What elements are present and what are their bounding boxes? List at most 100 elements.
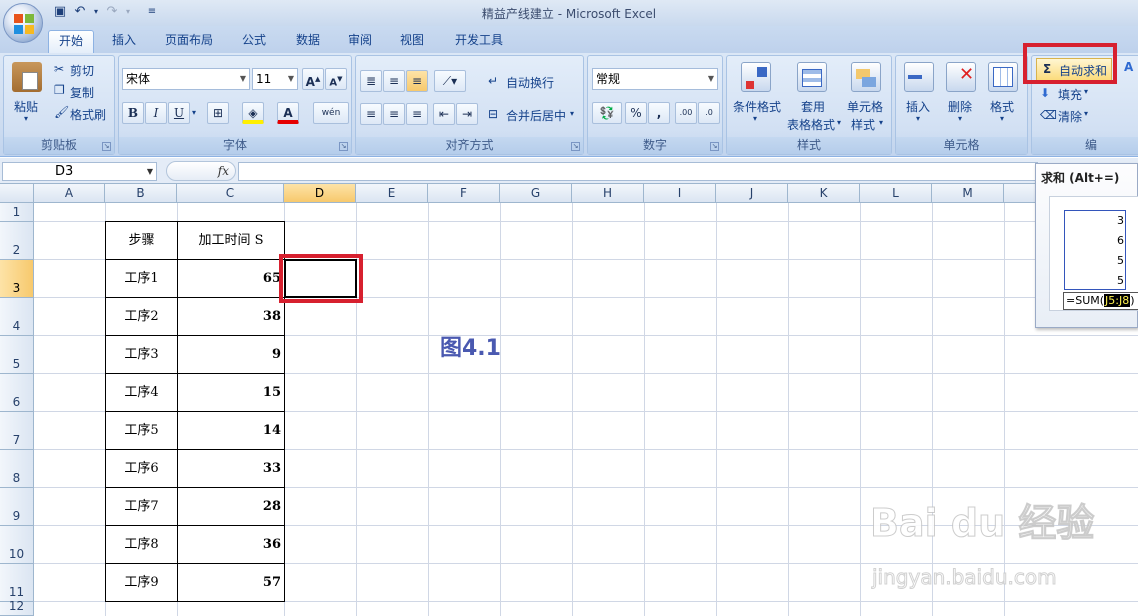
underline-button[interactable]: U — [168, 102, 190, 124]
office-button[interactable] — [3, 3, 43, 43]
underline-dropdown-icon[interactable]: ▾ — [192, 108, 196, 117]
comma-style-button[interactable]: , — [648, 102, 670, 124]
table-row[interactable]: 36 — [177, 525, 285, 564]
delete-cells-button[interactable]: 删除 — [948, 98, 972, 115]
select-all-corner[interactable] — [0, 184, 34, 203]
percent-style-button[interactable]: % — [625, 102, 647, 124]
insert-cells-icon[interactable] — [904, 62, 934, 92]
increase-indent-icon[interactable]: ⇥ — [456, 103, 478, 125]
column-header-a[interactable]: A — [34, 184, 105, 203]
table-row[interactable]: 65 — [177, 259, 285, 298]
table-row[interactable]: 33 — [177, 449, 285, 488]
formula-input[interactable] — [238, 162, 1038, 181]
column-header-i[interactable]: I — [644, 184, 716, 203]
table-row[interactable]: 工序5 — [105, 411, 178, 450]
table-row[interactable]: 工序6 — [105, 449, 178, 488]
font-color-icon[interactable]: A — [277, 102, 299, 124]
tab-insert[interactable]: 插入 — [104, 30, 144, 53]
clear-button[interactable]: 清除 — [1058, 108, 1082, 125]
borders-icon[interactable]: ⊞ — [207, 102, 229, 124]
row-header-9[interactable]: 9 — [0, 488, 34, 526]
column-header-b[interactable]: B — [105, 184, 177, 203]
number-dialog-launcher-icon[interactable]: ↘ — [710, 142, 719, 151]
insert-function-button[interactable]: fx — [166, 161, 236, 181]
cell-styles-dropdown-icon[interactable]: ▾ — [879, 118, 883, 127]
shrink-font-icon[interactable]: A▼ — [325, 68, 347, 90]
fill-icon[interactable]: ⬇ — [1040, 86, 1050, 100]
font-size-select[interactable]: 11 ▼ — [252, 68, 298, 90]
table-row[interactable]: 工序4 — [105, 373, 178, 412]
tab-developer[interactable]: 开发工具 — [446, 30, 512, 53]
conditional-dropdown-icon[interactable]: ▾ — [753, 114, 757, 123]
table-row[interactable]: 9 — [177, 335, 285, 374]
row-header-6[interactable]: 6 — [0, 374, 34, 412]
column-header-k[interactable]: K — [788, 184, 860, 203]
fill-button[interactable]: 填充 — [1058, 86, 1082, 103]
alignment-dialog-launcher-icon[interactable]: ↘ — [571, 142, 580, 151]
column-header-c[interactable]: C — [177, 184, 284, 203]
table-header-step[interactable]: 步骤 — [105, 221, 178, 260]
cell-styles-icon[interactable] — [851, 62, 881, 92]
table-row[interactable]: 28 — [177, 487, 285, 526]
format-cells-button[interactable]: 格式 — [990, 98, 1014, 115]
table-header-time[interactable]: 加工时间 S — [177, 221, 285, 260]
table-row[interactable]: 38 — [177, 297, 285, 336]
column-header-f[interactable]: F — [428, 184, 500, 203]
clipboard-dialog-launcher-icon[interactable]: ↘ — [102, 142, 111, 151]
fill-color-icon[interactable]: ◈ — [242, 102, 264, 124]
align-right-icon[interactable]: ≡ — [406, 103, 428, 125]
tab-home[interactable]: 开始 — [48, 30, 94, 53]
delete-cells-icon[interactable]: ✕ — [946, 62, 976, 92]
paste-dropdown-icon[interactable]: ▾ — [24, 114, 28, 123]
delete-dropdown-icon[interactable]: ▾ — [958, 114, 962, 123]
format-dropdown-icon[interactable]: ▾ — [1000, 114, 1004, 123]
merge-dropdown-icon[interactable]: ▾ — [570, 109, 574, 118]
row-header-7[interactable]: 7 — [0, 412, 34, 450]
row-header-2[interactable]: 2 — [0, 222, 34, 260]
cell-styles-line1[interactable]: 单元格 — [847, 98, 883, 115]
table-row[interactable]: 57 — [177, 563, 285, 602]
format-painter-icon[interactable]: 🖌 — [54, 105, 69, 119]
row-header-10[interactable]: 10 — [0, 526, 34, 564]
merge-center-icon[interactable]: ⊟ — [488, 107, 498, 121]
bold-button[interactable]: B — [122, 102, 144, 124]
cut-icon[interactable]: ✂ — [54, 62, 64, 76]
cell-styles-line2[interactable]: 样式 — [851, 116, 875, 133]
tab-data[interactable]: 数据 — [288, 30, 328, 53]
tab-view[interactable]: 视图 — [392, 30, 432, 53]
align-middle-icon[interactable]: ≡ — [383, 70, 405, 92]
grow-font-icon[interactable]: A▲ — [302, 68, 324, 90]
row-header-1[interactable]: 1 — [0, 203, 34, 222]
format-as-table-line1[interactable]: 套用 — [801, 98, 825, 115]
tab-page-layout[interactable]: 页面布局 — [156, 30, 222, 53]
table-row[interactable]: 工序7 — [105, 487, 178, 526]
conditional-format-button[interactable]: 条件格式 — [733, 98, 781, 115]
table-row[interactable]: 工序9 — [105, 563, 178, 602]
insert-cells-button[interactable]: 插入 — [906, 98, 930, 115]
row-header-8[interactable]: 8 — [0, 450, 34, 488]
italic-button[interactable]: I — [145, 102, 167, 124]
table-row[interactable]: 工序3 — [105, 335, 178, 374]
eraser-icon[interactable]: ⌫ — [1040, 108, 1057, 122]
font-dialog-launcher-icon[interactable]: ↘ — [339, 142, 348, 151]
sort-filter-icon[interactable]: A — [1124, 60, 1133, 74]
row-header-5[interactable]: 5 — [0, 336, 34, 374]
format-painter-button[interactable]: 格式刷 — [70, 106, 106, 123]
format-cells-icon[interactable] — [988, 62, 1018, 92]
paste-icon[interactable] — [12, 62, 42, 92]
format-as-table-line2[interactable]: 表格格式 — [787, 116, 835, 133]
table-row[interactable]: 15 — [177, 373, 285, 412]
column-header-j[interactable]: J — [716, 184, 788, 203]
worksheet[interactable]: A B C D E F G H I J K L M 1 2 3 4 5 6 7 … — [0, 184, 1138, 616]
copy-icon[interactable]: ❐ — [54, 83, 65, 97]
row-header-11[interactable]: 11 — [0, 564, 34, 602]
row-header-3[interactable]: 3 — [0, 260, 34, 298]
align-bottom-icon[interactable]: ≡ — [406, 70, 428, 92]
tab-formulas[interactable]: 公式 — [234, 30, 274, 53]
accounting-format-icon[interactable]: 💱 — [592, 102, 622, 124]
cut-button[interactable]: 剪切 — [70, 62, 94, 79]
format-as-table-dropdown-icon[interactable]: ▾ — [837, 118, 841, 127]
column-header-d[interactable]: D — [284, 184, 356, 203]
align-left-icon[interactable]: ≡ — [360, 103, 382, 125]
merge-center-button[interactable]: 合并后居中 — [506, 107, 566, 124]
